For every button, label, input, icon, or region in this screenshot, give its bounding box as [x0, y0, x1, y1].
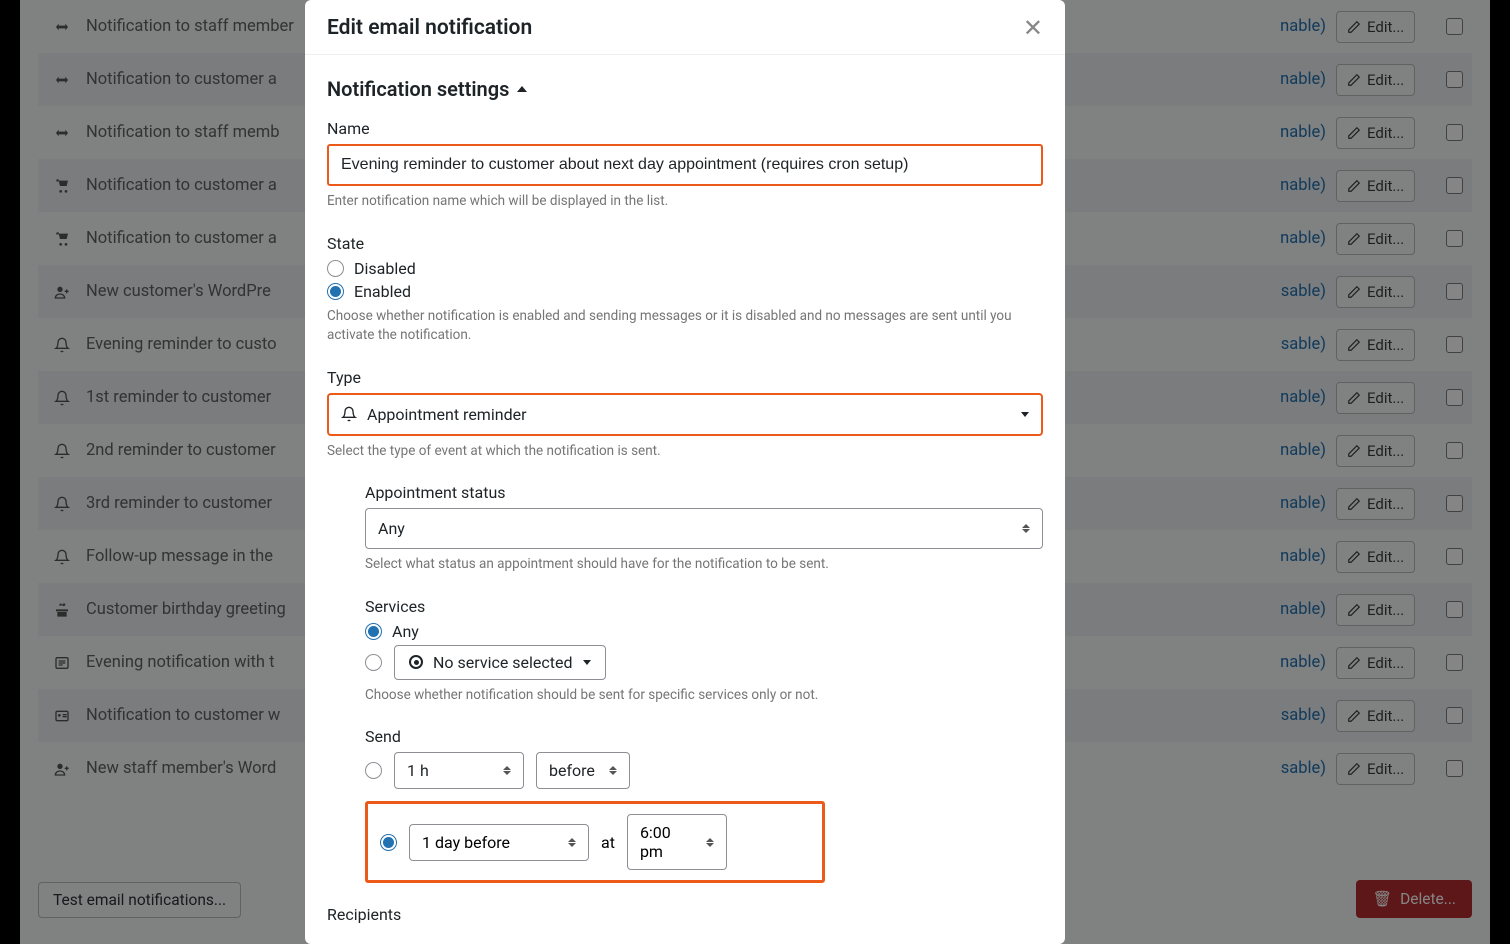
- send-day-select[interactable]: 1 day before: [409, 824, 589, 861]
- radio-icon: [365, 654, 382, 671]
- chevron-up-icon: [517, 86, 527, 92]
- services-any-text: Any: [392, 622, 419, 641]
- state-enabled-text: Enabled: [354, 282, 411, 301]
- chevron-down-icon: [583, 660, 591, 665]
- state-disabled-option[interactable]: Disabled: [327, 259, 1043, 278]
- state-disabled-text: Disabled: [354, 259, 416, 278]
- state-help: Choose whether notification is enabled a…: [327, 307, 1043, 346]
- send-label: Send: [365, 727, 1043, 746]
- bell-icon: [341, 406, 357, 422]
- select-arrows-icon: [706, 838, 714, 847]
- section-title-text: Notification settings: [327, 77, 509, 101]
- radio-icon: [365, 762, 382, 779]
- chevron-down-icon: [1021, 412, 1029, 417]
- type-select[interactable]: Appointment reminder: [327, 393, 1043, 436]
- send-1h-text: 1 h: [407, 761, 429, 780]
- edit-notification-modal: Edit email notification ✕ Notification s…: [305, 0, 1065, 944]
- radio-checked-icon: [365, 623, 382, 640]
- appt-status-label: Appointment status: [365, 483, 1043, 502]
- select-arrows-icon: [609, 766, 617, 775]
- appt-status-value: Any: [378, 519, 405, 538]
- name-input[interactable]: [327, 144, 1043, 186]
- name-label: Name: [327, 119, 1043, 138]
- select-arrows-icon: [1022, 524, 1030, 533]
- radio-checked-icon[interactable]: [380, 834, 397, 851]
- send-time-select[interactable]: 6:00 pm: [627, 814, 727, 870]
- close-icon[interactable]: ✕: [1023, 16, 1043, 40]
- send-at-text: at: [601, 833, 615, 852]
- send-time-text: 6:00 pm: [640, 823, 692, 861]
- send-relative-option[interactable]: 1 h before: [365, 752, 1043, 789]
- state-label: State: [327, 234, 1043, 253]
- radio-icon: [327, 260, 344, 277]
- type-help: Select the type of event at which the no…: [327, 442, 1043, 462]
- appt-status-help: Select what status an appointment should…: [365, 555, 1043, 575]
- send-1day-text: 1 day before: [422, 833, 510, 852]
- services-any-option[interactable]: Any: [365, 622, 1043, 641]
- send-direction-select[interactable]: before: [536, 752, 630, 789]
- appt-status-select[interactable]: Any: [365, 508, 1043, 549]
- send-absolute-option-highlighted: 1 day before at 6:00 pm: [365, 801, 825, 883]
- services-label: Services: [365, 597, 1043, 616]
- no-service-selected-dropdown[interactable]: No service selected: [394, 645, 606, 680]
- name-help: Enter notification name which will be di…: [327, 192, 1043, 212]
- select-arrows-icon: [568, 838, 576, 847]
- radio-checked-icon: [327, 283, 344, 300]
- section-toggle[interactable]: Notification settings: [327, 77, 1043, 101]
- type-value: Appointment reminder: [367, 405, 527, 424]
- state-enabled-option[interactable]: Enabled: [327, 282, 1043, 301]
- services-specific-option[interactable]: No service selected: [365, 645, 1043, 680]
- no-service-text: No service selected: [433, 653, 573, 672]
- target-icon: [409, 655, 423, 669]
- services-help: Choose whether notification should be se…: [365, 686, 1043, 706]
- modal-title: Edit email notification: [327, 16, 532, 40]
- type-label: Type: [327, 368, 1043, 387]
- select-arrows-icon: [503, 766, 511, 775]
- send-offset-select[interactable]: 1 h: [394, 752, 524, 789]
- recipients-label: Recipients: [327, 905, 1043, 924]
- send-before-text: before: [549, 761, 595, 780]
